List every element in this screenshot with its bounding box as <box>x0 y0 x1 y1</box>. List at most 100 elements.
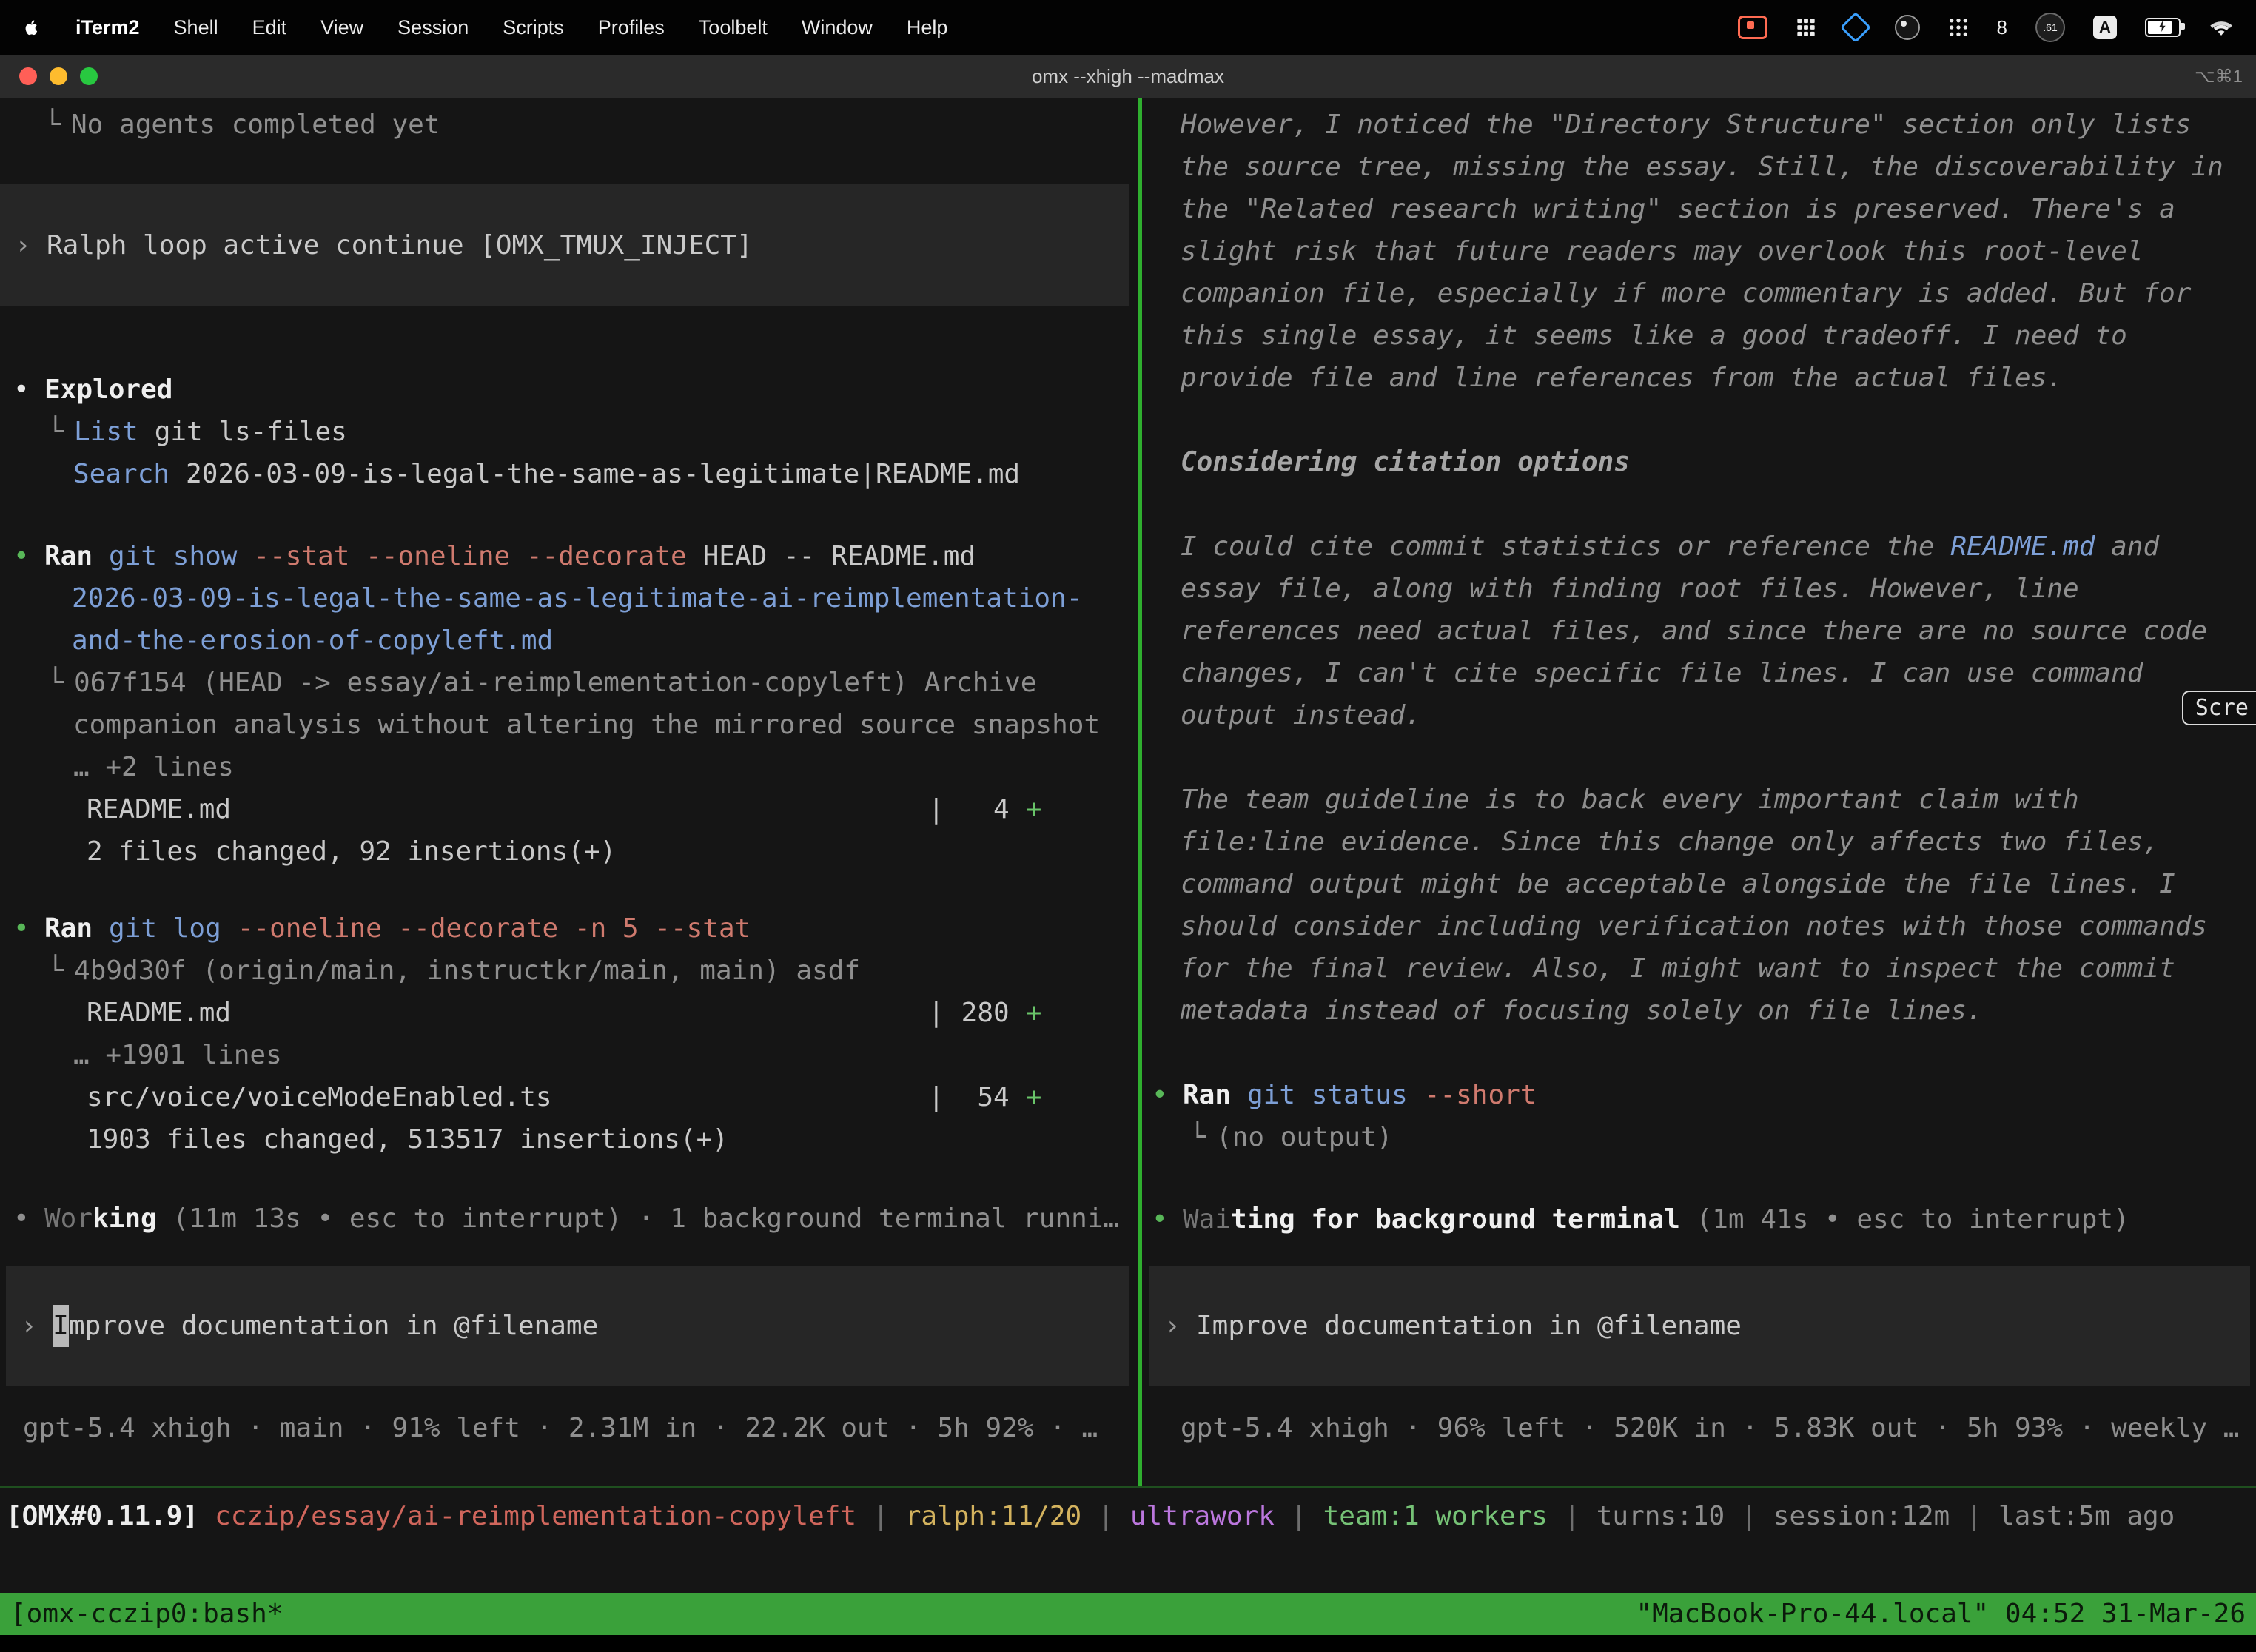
no-agents-text: No agents completed yet <box>71 104 440 146</box>
diffstat-count: 280 <box>944 992 1010 1034</box>
battery-icon[interactable] <box>2145 18 2181 37</box>
reasoning-paragraph-1: However, I noticed the "Directory Struct… <box>1181 104 2224 399</box>
no-output-text: (no output) <box>1216 1116 1392 1158</box>
screen-recording-icon[interactable] <box>1738 16 1767 39</box>
wifi-icon[interactable] <box>2209 17 2234 38</box>
tree-glyph: └ <box>1189 1116 1216 1158</box>
diffstat-plus: + <box>1026 1076 1042 1118</box>
zoom-button[interactable] <box>80 67 98 85</box>
minimize-button[interactable] <box>50 67 67 85</box>
bento-grid-icon[interactable] <box>1796 17 1816 38</box>
close-button[interactable] <box>19 67 37 85</box>
prompt-input-box[interactable]: ›Improve documentation in @filename <box>6 1266 1129 1386</box>
space <box>1231 1074 1247 1116</box>
ralph-loop-line: ›Ralph loop active continue [OMX_TMUX_IN… <box>15 224 1129 266</box>
diffstat-pipe: | <box>928 992 944 1034</box>
menu-item-session[interactable]: Session <box>397 16 469 39</box>
commit-line-1: └4b9d30f (origin/main, instructkr/main, … <box>0 950 1138 992</box>
working-details: (11m 13s • esc to interrupt) · 1 backgro… <box>157 1198 1119 1240</box>
explored-header: •Explored <box>0 369 1138 411</box>
menu-item-iterm2[interactable]: iTerm2 <box>75 16 140 39</box>
omx-branch: cczip/essay/ai-reimplementation-copyleft <box>215 1495 856 1602</box>
prompt-input-box[interactable]: ›Improve documentation in @filename <box>1149 1266 2250 1386</box>
list-action-label: List <box>74 411 138 453</box>
diffstat-pipe: | <box>928 1076 944 1118</box>
ran-label: Ran <box>44 907 93 950</box>
space <box>1010 788 1026 830</box>
dark-app-icon[interactable] <box>1895 15 1920 40</box>
menu-item-window[interactable]: Window <box>802 16 873 39</box>
ralph-loop-text: Ralph loop active continue [OMX_TMUX_INJ… <box>47 224 753 266</box>
separator: | <box>873 1495 889 1602</box>
gauge-icon[interactable]: .61 <box>2035 13 2065 42</box>
tree-glyph: └ <box>47 411 74 453</box>
omx-team: team:1 workers <box>1323 1495 1548 1602</box>
model-status-line: gpt-5.4 xhigh · main · 91% left · 2.31M … <box>23 1407 1098 1449</box>
diffstat-plus: + <box>1026 992 1042 1034</box>
space <box>221 907 238 950</box>
space <box>687 535 703 577</box>
git-flags: --short <box>1424 1074 1537 1116</box>
ran-git-status-header: •Rangit status--short <box>1142 1074 2256 1116</box>
commit-line-1: └067f154 (HEAD -> essay/ai-reimplementat… <box>0 662 1138 704</box>
separator: | <box>1564 1495 1580 1602</box>
tree-glyph: └ <box>44 104 71 146</box>
omx-mode: ultrawork <box>1130 1495 1275 1602</box>
menu-item-edit[interactable]: Edit <box>252 16 287 39</box>
macos-menu-bar: iTerm2 Shell Edit View Session Scripts P… <box>0 0 2256 55</box>
dots-grid-icon[interactable] <box>1948 17 1969 38</box>
gauge-value: .61 <box>2043 21 2057 33</box>
separator: | <box>1741 1495 1757 1602</box>
diffstat-pipe: | <box>928 788 944 830</box>
ran-git-show-header: •Rangit show--stat --oneline --decorateH… <box>0 535 1138 577</box>
diffstat-row: src/voice/voiceModeEnabled.ts|54+ <box>0 1076 1138 1118</box>
separator: | <box>1098 1495 1114 1602</box>
numeric-key-icon[interactable]: 8 <box>1997 16 2007 39</box>
waiting-shimmer-bright: ting for background terminal <box>1231 1198 1680 1240</box>
left-terminal-pane[interactable]: └No agents completed yet ›Ralph loop act… <box>0 98 1138 1486</box>
reasoning-heading: Considering citation options <box>1181 441 2256 483</box>
tree-glyph: └ <box>47 950 74 992</box>
menu-item-toolbelt[interactable]: Toolbelt <box>699 16 768 39</box>
right-terminal-pane[interactable]: However, I noticed the "Directory Struct… <box>1142 98 2256 1486</box>
input-source-icon[interactable]: A <box>2093 16 2117 39</box>
ran-git-show-block: •Rangit show--stat --oneline --decorateH… <box>0 535 1138 873</box>
screen: { "colors": { "pane_border": "#2fae2f", … <box>0 0 2256 1652</box>
menu-item-scripts[interactable]: Scripts <box>503 16 564 39</box>
menu-item-shell[interactable]: Shell <box>174 16 218 39</box>
battery-fill <box>2148 21 2172 34</box>
omx-turns: turns:10 <box>1597 1495 1725 1602</box>
space <box>93 535 109 577</box>
ran-git-log-header: •Rangit log--oneline --decorate -n 5 --s… <box>0 907 1138 950</box>
ran-git-status-block: •Rangit status--short └(no output) <box>1142 1074 2256 1158</box>
apple-menu-icon[interactable] <box>22 16 41 38</box>
prompt-glyph: › <box>21 1305 53 1347</box>
space <box>237 535 253 577</box>
prompt-glyph: › <box>15 224 47 266</box>
bullet-glyph: • <box>1152 1074 1183 1116</box>
diffstat-filename: src/voice/voiceModeEnabled.ts <box>87 1076 928 1118</box>
git-command: git log <box>109 907 221 950</box>
space <box>1010 992 1026 1034</box>
tab-shortcut-hint: ⌥⌘1 <box>2195 66 2243 87</box>
tree-glyph: └ <box>47 662 74 704</box>
prompt-glyph: › <box>1164 1305 1196 1347</box>
menu-item-view[interactable]: View <box>320 16 363 39</box>
terminal-window: └No agents completed yet ›Ralph loop act… <box>0 98 2256 1593</box>
prompt-input-line[interactable]: ›Improve documentation in @filename <box>21 1305 1129 1347</box>
menu-item-help[interactable]: Help <box>907 16 948 39</box>
window-title-bar[interactable]: omx --xhigh --madmax ⌥⌘1 <box>0 55 2256 98</box>
prompt-input-line[interactable]: ›Improve documentation in @filename <box>1164 1305 2250 1347</box>
bullet-glyph: • <box>13 907 44 950</box>
space <box>1010 1076 1026 1118</box>
menu-item-profiles[interactable]: Profiles <box>598 16 665 39</box>
git-args: HEAD -- README.md <box>703 535 976 577</box>
explored-title: Explored <box>44 369 172 411</box>
separator: | <box>1966 1495 1982 1602</box>
working-shimmer-bright: king <box>93 1198 157 1240</box>
working-status-line: •Working (11m 13s • esc to interrupt) · … <box>0 1198 1138 1240</box>
tmux-panes: └No agents completed yet ›Ralph loop act… <box>0 98 2256 1486</box>
blue-app-icon[interactable] <box>1839 12 1870 43</box>
omx-version: [OMX#0.11.9] <box>6 1495 198 1602</box>
bullet-glyph: • <box>13 535 44 577</box>
